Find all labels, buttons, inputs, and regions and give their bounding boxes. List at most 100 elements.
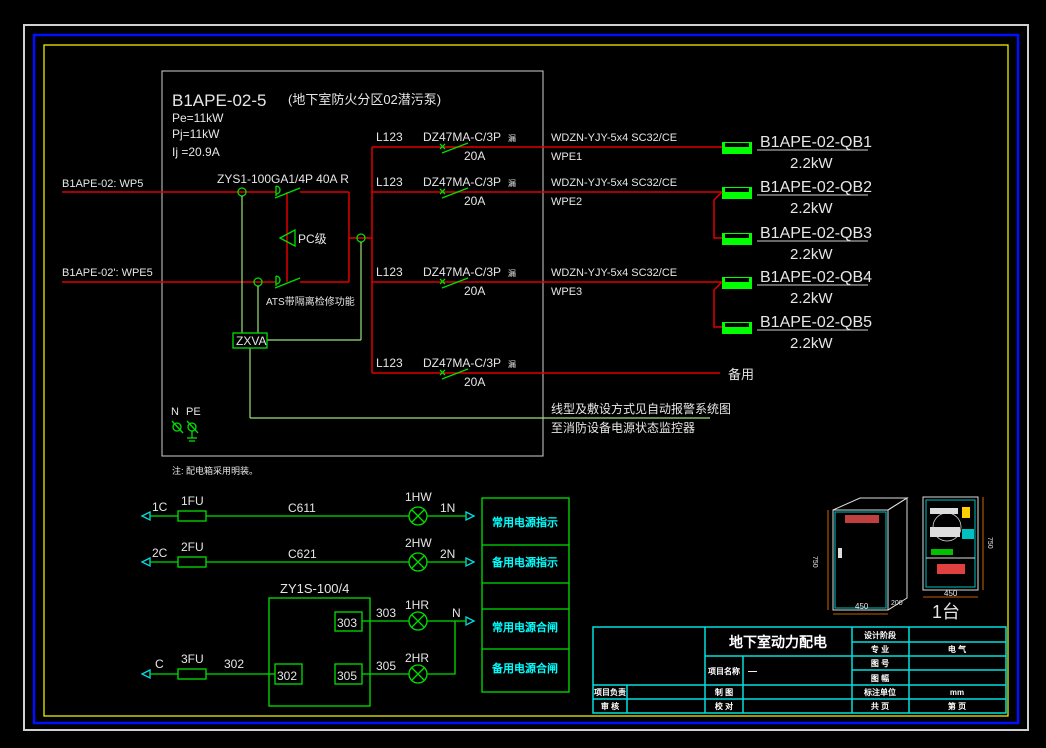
cable-label: WDZN-YJY-5x4 SC32/CE: [551, 132, 677, 144]
breaker-label: DZ47MA-C/3P: [423, 265, 501, 279]
project-lead-label: 项目负责: [594, 687, 626, 697]
ground-icon: [171, 420, 199, 442]
total-pages-label: 共 页: [871, 701, 889, 711]
rating-label: 20A: [464, 149, 485, 163]
wire-c611: C611: [288, 501, 316, 515]
pe-value: Pe=11kW: [172, 111, 224, 125]
load-item: B1APE-02-QB3 2.2kW: [722, 225, 872, 263]
branch-circuit: L123 DZ47MA-C/3P 漏 20A 备用: [372, 356, 754, 389]
incoming-label-2: B1APE-02': WPE5: [62, 267, 153, 279]
discipline-label: 专 业: [871, 644, 889, 654]
load-name: B1APE-02-QB4: [760, 269, 872, 286]
phase-label: L123: [376, 175, 403, 189]
branch-circuit: L123 DZ47MA-C/3P 漏 20A WDZN-YJY-5x4 SC32/CE W…: [372, 265, 722, 298]
load-item: B1APE-02-QB2 2.2kW: [722, 179, 872, 217]
src-2c: 2C: [152, 546, 168, 560]
lamp-1hr: 1HR: [405, 598, 429, 612]
leak-label: 漏: [508, 133, 516, 143]
pe-label: PE: [186, 406, 201, 418]
lamp-2hw: 2HW: [405, 536, 432, 550]
spare-label: 备用: [728, 367, 754, 382]
legend-5: 备用电源合闸: [491, 661, 558, 675]
terminal-305: 305: [337, 669, 357, 683]
drawn-label: 制 图: [715, 687, 733, 697]
rating-label: 20A: [464, 284, 485, 298]
cable-label: WDZN-YJY-5x4 SC32/CE: [551, 177, 677, 189]
dst-n: N: [452, 606, 461, 620]
cabinet-height-1: 750: [811, 556, 818, 568]
project-name-label: 项目名称: [708, 666, 740, 676]
rating-label: 20A: [464, 375, 485, 389]
check-label: 校 对: [715, 701, 733, 711]
breaker-label: DZ47MA-C/3P: [423, 356, 501, 370]
circuit-label: WPE2: [551, 196, 582, 208]
cable-label: WDZN-YJY-5x4 SC32/CE: [551, 267, 677, 279]
src-1c: 1C: [152, 500, 168, 514]
breaker-label: DZ47MA-C/3P: [423, 175, 501, 189]
rating-label: 20A: [464, 194, 485, 208]
monitor-note-2: 至消防设备电源状态监控器: [551, 420, 695, 435]
dst-1n: 1N: [440, 501, 455, 515]
cad-drawing: B1APE-02-5 (地下室防火分区02潜污泵) Pe=11kW Pj=11k…: [23, 24, 1029, 731]
switch-label: ZY1S-100/4: [280, 581, 349, 596]
monitor-note-1: 线型及敷设方式见自动报警系统图: [551, 401, 731, 416]
branch-circuit: L123 DZ47MA-C/3P 漏 20A WDZN-YJY-5x4 SC32/CE W…: [372, 130, 722, 163]
leak-label: 漏: [508, 268, 516, 278]
pj-value: Pj=11kW: [172, 127, 220, 141]
load-name: B1APE-02-QB5: [760, 314, 872, 331]
unit-value: mm: [950, 688, 964, 697]
src-c: C: [155, 657, 164, 671]
branch-circuit: L123 DZ47MA-C/3P 漏 20A WDZN-YJY-5x4 SC32/CE W…: [372, 175, 722, 208]
phase-label: L123: [376, 356, 403, 370]
drawing-no-label: 图 号: [871, 659, 889, 668]
load-power: 2.2kW: [790, 200, 833, 217]
project-name-value: —: [748, 666, 757, 676]
phase-label: L123: [376, 130, 403, 144]
lamp-1hw: 1HW: [405, 490, 432, 504]
cabinet-height-2: 750: [986, 537, 993, 549]
unit-label: 标注单位: [863, 687, 896, 697]
cabinet-illustration: [827, 496, 984, 615]
wire-c621: C621: [288, 547, 317, 561]
cabinet-width-1: 450: [855, 602, 869, 611]
dst-2n: 2N: [440, 547, 455, 561]
terminal-303: 303: [337, 616, 357, 630]
fuse-3fu: 3FU: [181, 652, 204, 666]
load-item: B1APE-02-QB1 2.2kW: [722, 134, 872, 172]
load-power: 2.2kW: [790, 155, 833, 172]
install-note: 注: 配电箱采用明装。: [172, 465, 258, 476]
legend-2: 备用电源指示: [491, 555, 558, 569]
ats-switch-label: ZYS1-100GA1/4P 40A R: [217, 172, 349, 186]
zxva-label: ZXVA: [236, 334, 266, 348]
wire-302: 302: [224, 657, 244, 671]
load-name: B1APE-02-QB1: [760, 134, 872, 151]
design-stage-label: 设计阶段: [864, 630, 896, 640]
cabinet-count: 1台: [932, 602, 960, 622]
load-links: [713, 191, 723, 328]
legend-1: 常用电源指示: [492, 515, 558, 529]
review-label: 审 核: [601, 701, 619, 711]
sheet-size-label: 图 幅: [871, 673, 889, 683]
cabinet-depth: 200: [891, 600, 903, 607]
load-name: B1APE-02-QB2: [760, 179, 872, 196]
page-no-label: 第 页: [948, 701, 966, 711]
lamp-2hr: 2HR: [405, 651, 429, 665]
discipline-value: 电 气: [948, 644, 966, 654]
ij-value: Ij =20.9A: [172, 145, 220, 159]
pc-label: PC级: [298, 232, 327, 246]
incoming-label-1: B1APE-02: WP5: [62, 178, 143, 190]
circuit-label: WPE3: [551, 286, 582, 298]
load-item: B1APE-02-QB4 2.2kW: [722, 269, 872, 307]
load-power: 2.2kW: [790, 290, 833, 307]
load-name: B1APE-02-QB3: [760, 225, 872, 242]
leak-label: 漏: [508, 359, 516, 369]
wire-303: 303: [376, 606, 396, 620]
cabinet-width-2: 450: [944, 589, 958, 598]
panel-description: (地下室防火分区02潜污泵): [288, 92, 441, 107]
fuse-2fu: 2FU: [181, 540, 204, 554]
leak-label: 漏: [508, 178, 516, 188]
phase-label: L123: [376, 265, 403, 279]
load-power: 2.2kW: [790, 246, 833, 263]
drawing-title: 地下室动力配电: [729, 634, 827, 650]
wire-305: 305: [376, 659, 396, 673]
